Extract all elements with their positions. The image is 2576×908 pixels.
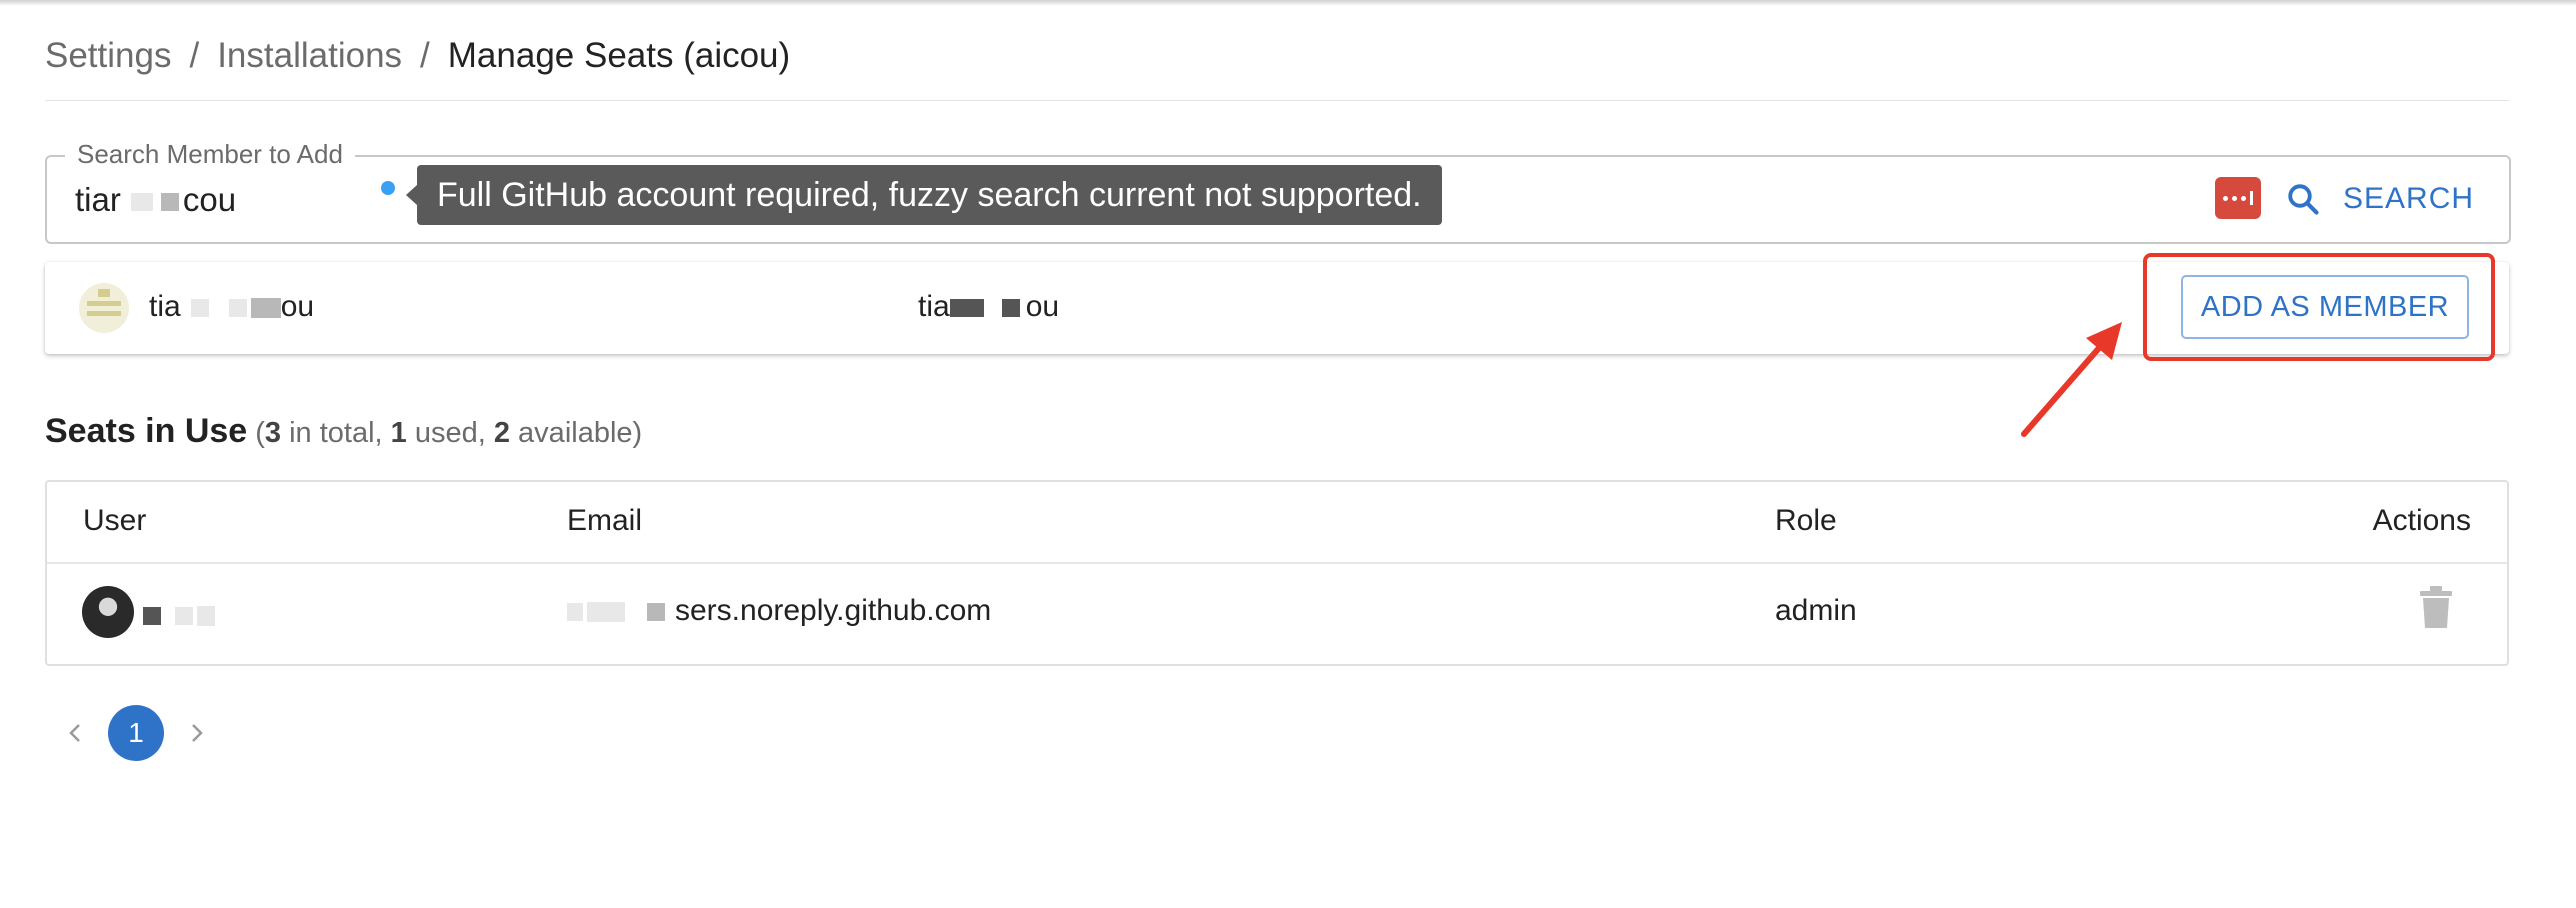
seats-heading: Seats in Use (3 in total, 1 used, 2 avail… bbox=[45, 412, 642, 451]
seats-table: User Email Role Actions sers.noreply.git… bbox=[45, 480, 2509, 666]
search-result-card: tia ou tia ou ADD AS MEMBER bbox=[45, 262, 2509, 354]
delete-icon[interactable] bbox=[2419, 586, 2453, 628]
seats-summary: (3 in total, 1 used, 2 available) bbox=[255, 417, 643, 449]
previous-page-button[interactable] bbox=[60, 705, 90, 761]
top-shadow bbox=[0, 0, 2576, 6]
search-button[interactable]: SEARCH bbox=[2277, 171, 2482, 227]
column-header-user: User bbox=[83, 504, 147, 537]
breadcrumb-installations[interactable]: Installations bbox=[217, 36, 402, 76]
result-login-start: tia bbox=[149, 290, 181, 323]
result-name: tia ou bbox=[918, 290, 1059, 324]
status-dot bbox=[381, 181, 395, 195]
breadcrumb-settings[interactable]: Settings bbox=[45, 36, 171, 76]
column-header-role: Role bbox=[1775, 504, 1837, 537]
breadcrumb: Settings / Installations / Manage Seats … bbox=[45, 32, 790, 80]
page-button-current[interactable]: 1 bbox=[108, 705, 164, 761]
search-input-text-start: tiar bbox=[75, 181, 121, 218]
seats-total: 3 bbox=[264, 417, 282, 449]
avatar bbox=[82, 586, 134, 638]
search-field-label: Search Member to Add bbox=[65, 139, 355, 170]
user-email-suffix: sers.noreply.github.com bbox=[675, 594, 992, 627]
column-header-email: Email bbox=[567, 504, 643, 537]
header-divider bbox=[45, 100, 2509, 101]
chevron-right-icon bbox=[192, 724, 203, 742]
redacted-text bbox=[587, 602, 625, 623]
search-input-text-end: cou bbox=[182, 181, 237, 218]
header-row-divider bbox=[47, 562, 2507, 564]
highlight-box bbox=[2143, 253, 2495, 361]
result-login-end: ou bbox=[280, 290, 315, 323]
seats-used: 1 bbox=[390, 417, 407, 449]
annotation-arrow-icon bbox=[2021, 322, 2122, 437]
result-name-start: tia bbox=[918, 290, 950, 323]
search-input[interactable]: tiar cou bbox=[75, 181, 236, 221]
seats-available: 2 bbox=[493, 417, 510, 449]
next-page-button[interactable] bbox=[182, 705, 212, 761]
result-login: tia ou bbox=[149, 290, 314, 324]
seats-used-text: used, bbox=[406, 417, 494, 449]
search-icon bbox=[2288, 184, 2319, 215]
redacted-text bbox=[228, 299, 247, 318]
search-member-field[interactable]: Search Member to Add tiar cou Full GitHub… bbox=[45, 139, 2511, 244]
user-role: admin bbox=[1775, 594, 1857, 627]
redacted-text bbox=[250, 298, 281, 319]
user-email: sers.noreply.github.com bbox=[567, 594, 991, 628]
page-title: Manage Seats (aicou) bbox=[447, 36, 791, 75]
redacted-text bbox=[1001, 299, 1020, 318]
search-button-label: SEARCH bbox=[2343, 182, 2475, 215]
breadcrumb-separator: / bbox=[189, 36, 200, 75]
redacted-text bbox=[160, 193, 179, 212]
pagination: 1 bbox=[60, 705, 212, 761]
result-name-end: ou bbox=[1025, 290, 1060, 323]
seats-title: Seats in Use bbox=[45, 412, 248, 450]
user-name-redacted bbox=[143, 598, 215, 632]
seats-available-text: available) bbox=[510, 417, 643, 449]
redacted-text bbox=[567, 603, 583, 622]
breadcrumb-separator: / bbox=[420, 36, 430, 75]
search-tooltip: Full GitHub account required, fuzzy sear… bbox=[406, 165, 1442, 225]
password-manager-icon[interactable] bbox=[2215, 177, 2261, 219]
chevron-left-icon bbox=[69, 724, 80, 742]
redacted-text bbox=[647, 603, 665, 622]
redacted-text bbox=[130, 193, 153, 212]
redacted-text bbox=[190, 299, 209, 318]
seats-total-text: in total, bbox=[281, 417, 391, 449]
column-header-actions: Actions bbox=[2372, 504, 2471, 537]
redacted-text bbox=[949, 299, 984, 318]
result-avatar bbox=[79, 283, 129, 333]
